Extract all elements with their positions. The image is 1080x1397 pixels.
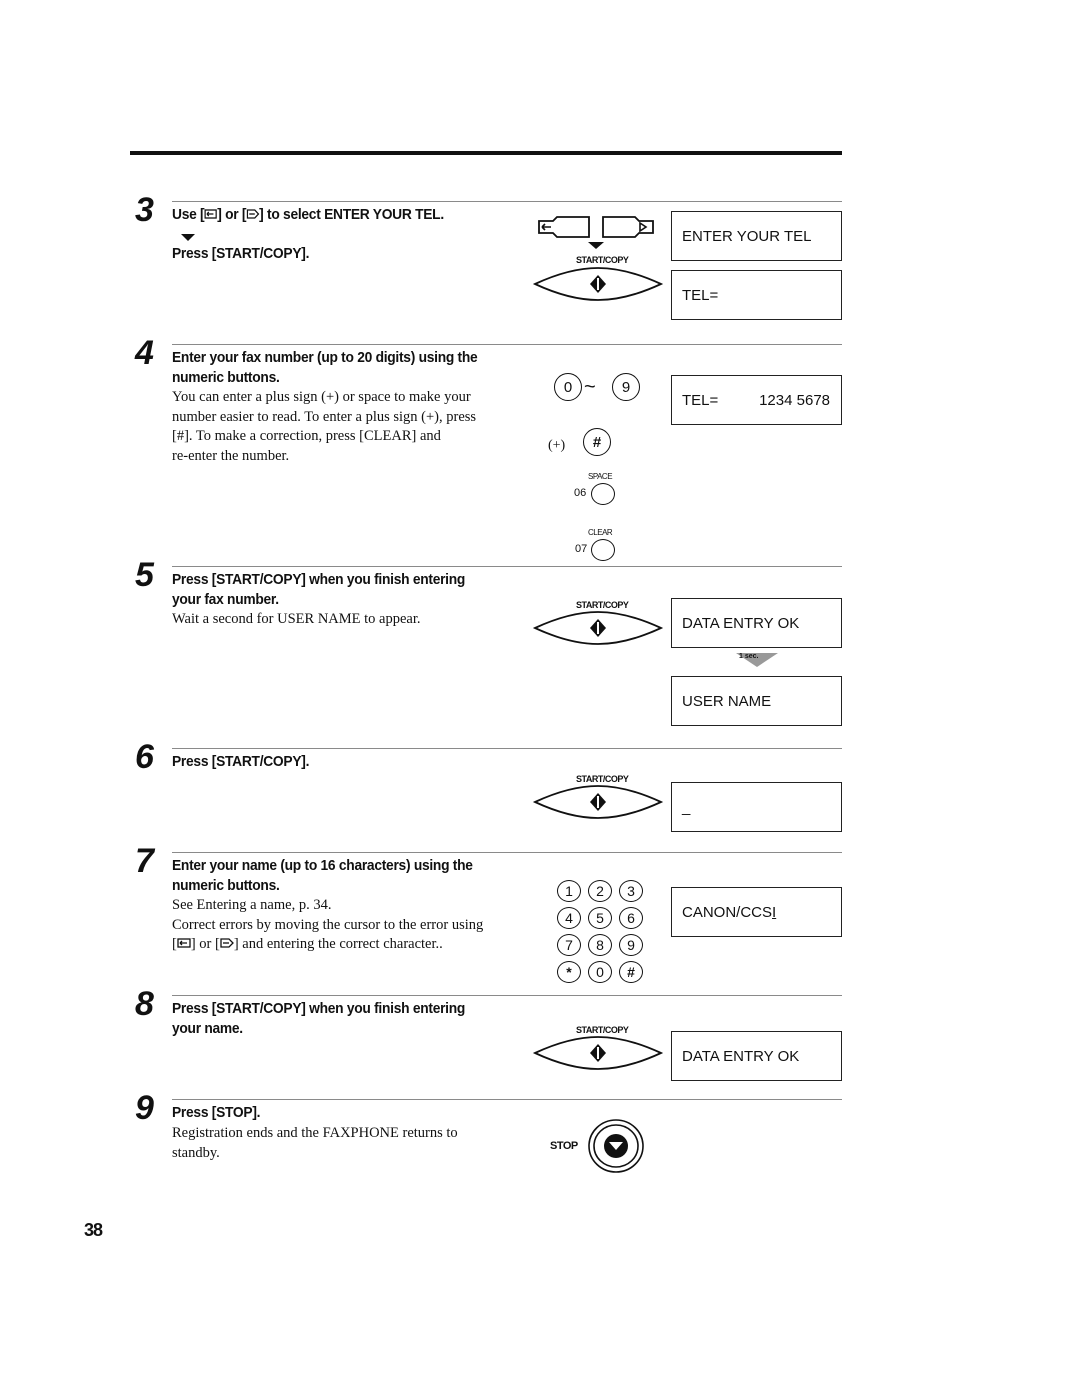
wait-label: 1 sec. <box>739 653 759 660</box>
space-label: SPACE <box>588 472 613 481</box>
step-number: 4 <box>135 334 154 372</box>
step-heading-line2: your fax number. <box>172 591 279 608</box>
step-number: 8 <box>135 985 154 1023</box>
key-7[interactable]: 7 <box>557 934 581 956</box>
key-6[interactable]: 6 <box>619 907 643 929</box>
start-copy-button[interactable] <box>532 1034 664 1072</box>
step-heading-line2: numeric buttons. <box>172 877 280 894</box>
key-9[interactable]: 9 <box>612 373 640 401</box>
step-heading-line2: Press [START/COPY]. <box>172 245 310 262</box>
step-heading-line2: numeric buttons. <box>172 369 280 386</box>
key-0[interactable]: 0 <box>554 373 582 401</box>
lcd-display: TEL= 1234 5678 <box>671 375 842 425</box>
step-separator <box>172 995 842 996</box>
step-body: Wait a second for USER NAME to appear. <box>172 611 421 627</box>
step-separator <box>172 201 842 202</box>
step-separator <box>172 852 842 853</box>
page-number: 38 <box>84 1220 103 1240</box>
clear-key[interactable] <box>591 539 615 561</box>
step-heading: Enter your name (up to 16 characters) us… <box>172 857 473 874</box>
clear-code: 07 <box>575 543 588 555</box>
key-3[interactable]: 3 <box>619 880 643 902</box>
key-4[interactable]: 4 <box>557 907 581 929</box>
step-separator <box>172 566 842 567</box>
step-heading: Press [START/COPY]. <box>172 753 310 770</box>
step-number: 7 <box>135 842 154 880</box>
left-arrow-key-icon <box>204 206 217 223</box>
step-body: You can enter a plus sign (+) or space t… <box>172 389 477 464</box>
lcd-display: DATA ENTRY OK <box>671 1031 842 1081</box>
key-1[interactable]: 1 <box>557 880 581 902</box>
range-tilde: ~ <box>584 376 596 398</box>
step-number: 9 <box>135 1089 154 1127</box>
key-star[interactable]: * <box>557 961 581 983</box>
start-copy-button[interactable] <box>532 783 664 821</box>
arrow-keys-button[interactable] <box>536 216 656 238</box>
numeric-keypad: 1 2 3 4 5 6 7 8 9 * 0 # <box>557 880 643 983</box>
step-body: Registration ends and the FAXPHONE retur… <box>172 1125 458 1161</box>
space-code: 06 <box>574 487 587 499</box>
step-number: 3 <box>135 191 154 229</box>
key-8[interactable]: 8 <box>588 934 612 956</box>
lcd-display: ENTER YOUR TEL <box>671 211 842 261</box>
step-heading-line2: your name. <box>172 1020 243 1037</box>
lcd-display: TEL= <box>671 270 842 320</box>
start-copy-button[interactable] <box>532 609 664 647</box>
start-copy-button[interactable] <box>532 265 664 303</box>
down-arrow-icon <box>588 242 604 249</box>
left-arrow-key-icon <box>177 936 191 952</box>
step-heading: Press [START/COPY] when you finish enter… <box>172 1000 466 1017</box>
step-heading: Enter your fax number (up to 20 digits) … <box>172 349 478 366</box>
key-9[interactable]: 9 <box>619 934 643 956</box>
lcd-display: USER NAME <box>671 676 842 726</box>
step-heading: Press [STOP]. <box>172 1104 261 1121</box>
step-separator <box>172 1099 842 1100</box>
start-copy-label: START/COPY <box>576 255 629 265</box>
space-key[interactable] <box>591 483 615 505</box>
step-number: 6 <box>135 738 154 776</box>
down-arrow-icon <box>181 234 195 241</box>
key-0[interactable]: 0 <box>588 961 612 983</box>
text-cursor: I <box>772 903 777 921</box>
key-hash[interactable]: # <box>583 428 611 456</box>
key-hash[interactable]: # <box>619 961 643 983</box>
stop-button[interactable] <box>587 1118 645 1174</box>
step-separator <box>172 344 842 345</box>
stop-label: STOP <box>550 1140 578 1152</box>
key-5[interactable]: 5 <box>588 907 612 929</box>
clear-label: CLEAR <box>588 528 613 537</box>
lcd-display: CANON/CCS I <box>671 887 842 937</box>
step-body: See Entering a name, p. 34. Correct erro… <box>172 897 484 952</box>
lcd-display: _ <box>671 782 842 832</box>
right-arrow-key-icon <box>220 936 234 952</box>
step-heading: Use [] or [] to select ENTER YOUR TEL. <box>172 206 444 223</box>
right-arrow-key-icon <box>246 206 260 223</box>
step-number: 5 <box>135 556 154 594</box>
lcd-display: DATA ENTRY OK <box>671 598 842 648</box>
key-2[interactable]: 2 <box>588 880 612 902</box>
plus-label: (+) <box>548 438 566 453</box>
top-rule <box>130 151 842 155</box>
step-heading: Press [START/COPY] when you finish enter… <box>172 571 466 588</box>
step-separator <box>172 748 842 749</box>
